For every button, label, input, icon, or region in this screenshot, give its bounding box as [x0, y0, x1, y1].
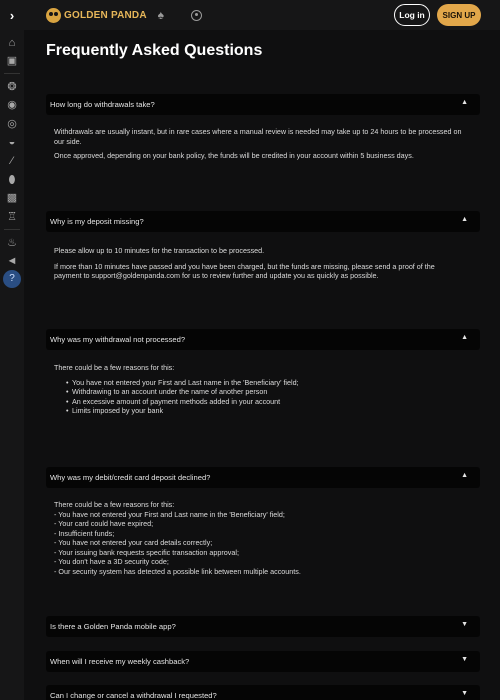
top-bar: › GOLDEN PANDA ♠ Log in SIGN UP [0, 0, 500, 30]
faq-question: How long do withdrawals take? [50, 100, 155, 109]
answer-intro: There could be a few reasons for this: [54, 500, 175, 509]
robot-icon[interactable]: ▩ [5, 191, 19, 205]
faq-question: Why was my withdrawal not processed? [50, 335, 186, 344]
faq-item-withdrawal-time[interactable]: How long do withdrawals take? ▲ [46, 94, 480, 115]
panda-logo-icon [46, 7, 61, 23]
chevron-up-icon[interactable]: ▲ [461, 99, 468, 106]
faq-answer: Please allow up to 10 minutes for the tr… [54, 246, 464, 281]
answer-line: - You have not entered your First and La… [54, 509, 285, 519]
answer-paragraph: Once approved, depending on your bank po… [54, 151, 414, 160]
faq-item-weekly-cashback[interactable]: When will I receive my weekly cashback? … [46, 651, 480, 672]
answer-line: - You have not entered your card details… [54, 538, 213, 547]
faq-item-deposit-missing[interactable]: Why is my deposit missing? ▲ [46, 211, 480, 232]
answer-bullet-list: You have not entered your First and Last… [54, 378, 464, 416]
faq-question: When will I receive my weekly cashback? [50, 657, 190, 666]
bullet-item: Withdrawing to an account under the name… [66, 387, 464, 397]
faq-question: Why was my debit/credit card deposit dec… [50, 473, 211, 482]
faq-question: Why is my deposit missing? [50, 217, 144, 226]
faq-item-card-declined[interactable]: Why was my debit/credit card deposit dec… [46, 467, 480, 488]
bullet-item: An excessive amount of payment methods a… [66, 397, 464, 407]
football-icon[interactable]: ⬮ [5, 173, 19, 187]
answer-line: - You don't have a 3D security code; [54, 557, 169, 566]
faq-question: Can I change or cancel a withdrawal I re… [50, 691, 217, 700]
answer-paragraph: Withdrawals are usually instant, but in … [54, 127, 462, 146]
answer-paragraph: Please allow up to 10 minutes for the tr… [54, 246, 265, 255]
answer-line: - Our security system has detected a pos… [54, 566, 301, 576]
faq-answer: There could be a few reasons for this: Y… [54, 363, 464, 416]
chevron-down-icon[interactable]: ▼ [461, 690, 468, 697]
chevron-down-icon[interactable]: ▼ [461, 656, 468, 663]
answer-line: - Your card could have expired; [54, 519, 154, 528]
spade-icon[interactable]: ♠ [152, 6, 170, 24]
faq-item-mobile-app[interactable]: Is there a Golden Panda mobile app? ▼ [46, 616, 480, 637]
answer-line: - Your issuing bank requests specific tr… [54, 547, 239, 557]
casino-icon[interactable]: ▣ [5, 54, 19, 68]
megaphone-icon[interactable]: ◄ [5, 254, 19, 268]
live-icon[interactable]: ◉ [5, 98, 19, 112]
faq-question: Is there a Golden Panda mobile app? [50, 622, 176, 631]
bullet-item: You have not entered your First and Last… [66, 378, 464, 388]
faq-item-withdrawal-not-processed[interactable]: Why was my withdrawal not processed? ▲ [46, 329, 480, 350]
answer-line: - Insufficient funds; [54, 528, 115, 538]
chevron-up-icon[interactable]: ▲ [461, 334, 468, 341]
logo-text: GOLDEN PANDA [64, 9, 147, 21]
poker-chip-icon[interactable]: ❂ [5, 80, 19, 94]
answer-intro: There could be a few reasons for this: [54, 363, 175, 372]
basketball-icon[interactable]: ◒ [5, 135, 19, 149]
sidebar: ⌂ ▣ ❂ ◉ ◎ ◒ ⁄ ⬮ ▩ ♖ ♨ ◄ ? [0, 30, 24, 700]
faq-answer: Withdrawals are usually instant, but in … [54, 127, 464, 161]
faq-answer: There could be a few reasons for this: -… [54, 500, 464, 576]
signup-button[interactable]: SIGN UP [437, 4, 481, 26]
bullet-item: Limits imposed by your bank [66, 406, 464, 416]
page-title: Frequently Asked Questions [46, 42, 263, 59]
login-button[interactable]: Log in [394, 4, 430, 26]
help-icon[interactable]: ? [3, 270, 21, 288]
chevron-right-icon[interactable]: › [0, 0, 24, 30]
answer-paragraph: If more than 10 minutes have passed and … [54, 261, 435, 281]
logo[interactable]: GOLDEN PANDA [46, 7, 147, 23]
hockey-icon[interactable]: ⁄ [5, 154, 19, 168]
chevron-up-icon[interactable]: ▲ [461, 472, 468, 479]
bank-icon[interactable]: ♖ [5, 210, 19, 224]
main-content: Frequently Asked Questions How long do w… [24, 30, 500, 700]
fire-icon[interactable]: ♨ [5, 236, 19, 250]
sports-icon[interactable]: ◎ [5, 117, 19, 131]
faq-item-cancel-withdrawal[interactable]: Can I change or cancel a withdrawal I re… [46, 685, 480, 700]
sidebar-divider [4, 229, 20, 230]
sidebar-divider [4, 73, 20, 74]
house-icon[interactable]: ⌂ [5, 36, 19, 50]
chevron-up-icon[interactable]: ▲ [461, 216, 468, 223]
target-icon[interactable] [188, 6, 206, 24]
chevron-down-icon[interactable]: ▼ [461, 621, 468, 628]
